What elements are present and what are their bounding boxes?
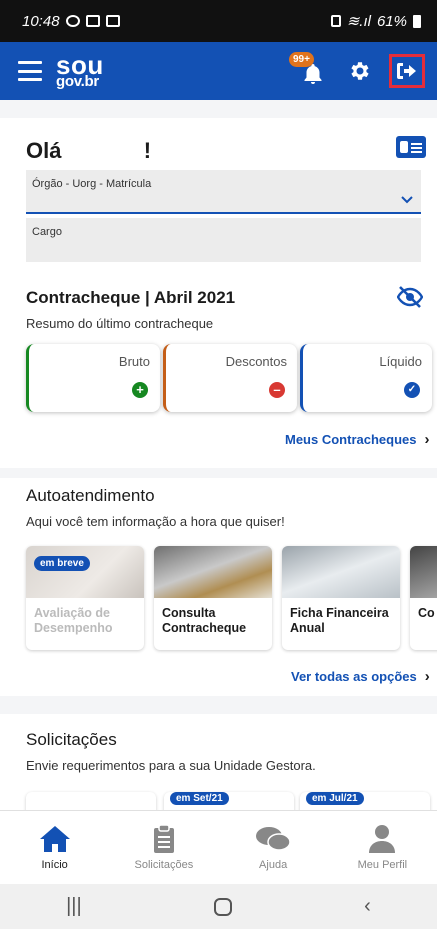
autoatendimento-title: Autoatendimento — [26, 486, 155, 505]
bruto-label: Bruto — [118, 354, 150, 369]
system-navigation-bar: ||| ‹ — [0, 884, 437, 929]
nav-label: Solicitações — [134, 859, 194, 871]
contracheque-title: Contracheque | Abril 2021 — [26, 288, 236, 307]
liquido-card[interactable]: Líquido ✓ — [300, 344, 432, 412]
settings-button[interactable] — [347, 59, 371, 83]
recent-apps-icon[interactable]: ||| — [66, 895, 82, 918]
service-ficha-financeira[interactable]: Ficha Financeira Anual — [282, 546, 400, 650]
cargo-label: Cargo — [32, 226, 62, 238]
nav-label: Ajuda — [259, 859, 288, 871]
service-partial[interactable]: Co — [410, 546, 437, 650]
service-title: Consulta Contracheque — [162, 606, 247, 635]
id-card-icon[interactable] — [396, 136, 426, 158]
nav-solicitacoes[interactable]: Solicitações — [109, 811, 218, 884]
org-matricula-select[interactable]: Órgão - Uorg - Matrícula — [26, 170, 421, 214]
sou-govbr-logo: sou gov.br — [56, 49, 104, 90]
solicitacoes-subtitle: Envie requerimentos para a sua Unidade G… — [26, 758, 316, 773]
autoatendimento-subtitle: Aqui você tem informação a hora que quis… — [26, 514, 285, 529]
home-icon — [39, 826, 70, 852]
solicitacoes-section: Solicitações Envie requerimentos para a … — [0, 714, 437, 832]
ver-todas-opcoes-link[interactable]: Ver todas as opções › — [291, 668, 430, 685]
service-avaliacao-desempenho[interactable]: em breve Avaliação de Desempenho — [26, 546, 144, 650]
chevron-right-icon: › — [424, 668, 430, 685]
meus-contracheques-link[interactable]: Meus Contracheques › — [285, 431, 429, 448]
chat-icon — [256, 827, 291, 851]
clipboard-icon — [153, 824, 174, 853]
nav-label: Início — [41, 859, 68, 871]
liquido-label: Líquido — [379, 354, 422, 369]
logout-button[interactable] — [389, 54, 425, 88]
service-consulta-contracheque[interactable]: Consulta Contracheque — [154, 546, 272, 650]
org-matricula-label: Órgão - Uorg - Matrícula — [32, 178, 152, 190]
gallery-icon — [85, 15, 100, 27]
chevron-right-icon: › — [424, 431, 430, 448]
eye-off-icon[interactable] — [397, 286, 423, 308]
nav-label: Meu Perfil — [357, 859, 408, 871]
descontos-card[interactable]: Descontos – — [163, 344, 297, 412]
wifi-signal-icon: ≋.ıl — [346, 13, 371, 30]
whatsapp-icon — [65, 15, 80, 27]
status-bar: 10:48 ≋.ıl 61% — [0, 0, 437, 42]
logout-icon — [397, 63, 416, 79]
main-card: Olá ! Órgão - Uorg - Matrícula Cargo Con… — [0, 118, 437, 468]
date-badge: em Set/21 — [170, 792, 229, 805]
home-circle-icon[interactable] — [213, 897, 232, 916]
descontos-label: Descontos — [225, 354, 287, 369]
service-image — [154, 546, 272, 598]
battery-level: 61% — [376, 12, 407, 30]
service-image: em breve — [26, 546, 144, 598]
date-badge: em Jul/21 — [306, 792, 364, 805]
notifications-button[interactable]: 99+ — [289, 52, 327, 86]
status-time: 10:48 — [22, 12, 60, 30]
notification-icon — [105, 15, 120, 27]
bottom-navigation: Início Solicitações Ajuda Meu Perfil — [0, 810, 437, 884]
lock-icon — [330, 15, 341, 27]
notification-badge: 99+ — [289, 52, 314, 67]
nav-meu-perfil[interactable]: Meu Perfil — [328, 811, 437, 884]
user-icon — [369, 825, 396, 853]
check-icon: ✓ — [404, 382, 420, 398]
em-breve-badge: em breve — [34, 556, 90, 571]
gear-icon — [351, 62, 369, 80]
service-title: Avaliação de Desempenho — [34, 606, 113, 635]
bruto-card[interactable]: Bruto + — [26, 344, 160, 412]
nav-inicio[interactable]: Início — [0, 811, 109, 884]
contracheque-subtitle: Resumo do último contracheque — [26, 316, 214, 331]
plus-icon: + — [132, 382, 148, 398]
app-header: sou gov.br 99+ — [0, 42, 437, 100]
chevron-down-icon — [401, 196, 413, 204]
greeting: Olá ! — [26, 138, 152, 163]
autoatendimento-section: Autoatendimento Aqui você tem informação… — [0, 478, 437, 696]
service-image — [282, 546, 400, 598]
solicitacoes-title: Solicitações — [26, 730, 117, 749]
minus-icon: – — [269, 382, 285, 398]
menu-icon[interactable] — [18, 61, 42, 81]
nav-ajuda[interactable]: Ajuda — [219, 811, 328, 884]
service-image — [410, 546, 437, 598]
cargo-field: Cargo — [26, 218, 421, 262]
service-title: Ficha Financeira Anual — [290, 606, 389, 635]
service-title: Co — [418, 606, 435, 620]
back-icon[interactable]: ‹ — [364, 895, 371, 918]
battery-icon — [413, 14, 421, 28]
